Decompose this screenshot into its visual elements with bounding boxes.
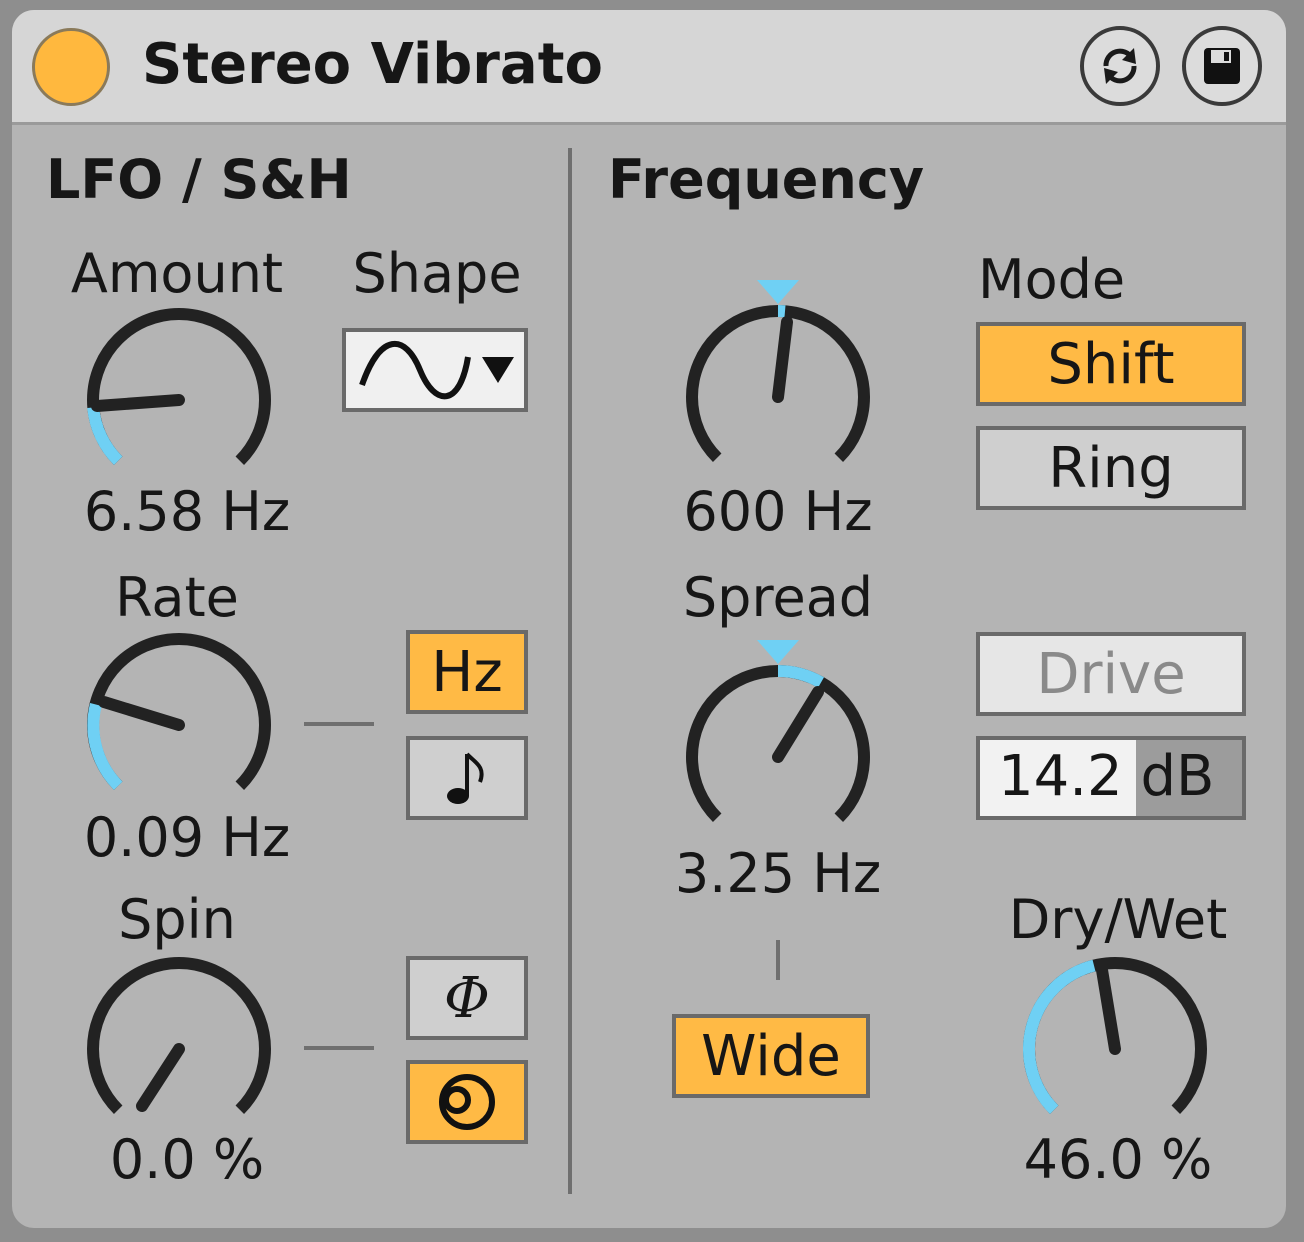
frequency-heading: Frequency: [608, 148, 925, 211]
mode-shift-button[interactable]: Shift: [976, 322, 1246, 406]
rate-label: Rate: [115, 566, 239, 629]
amount-label: Amount: [70, 242, 284, 305]
spin-mode-button[interactable]: [406, 1060, 528, 1144]
spin-value: 0.0 %: [109, 1128, 265, 1191]
rate-value: 0.09 Hz: [83, 806, 291, 869]
shape-label: Shape: [352, 242, 522, 305]
dry-wet-label: Dry/Wet: [1008, 888, 1228, 951]
drive-unit: dB: [1140, 744, 1215, 809]
refresh-icon: [1103, 48, 1137, 84]
spin-connector-line: [304, 1046, 374, 1050]
lfo-heading: LFO / S&H: [46, 148, 352, 211]
rate-knob[interactable]: [84, 630, 274, 820]
stereo-vibrato-device: Stereo Vibrato LFO / S&H Amount 6.58 Hz …: [12, 10, 1286, 1228]
mode-label: Mode: [978, 248, 1126, 311]
shape-dropdown[interactable]: [342, 328, 528, 412]
spread-knob[interactable]: [683, 634, 873, 834]
drive-amount-field[interactable]: 14.2 dB: [976, 736, 1246, 820]
sine-wave-icon: [359, 340, 514, 400]
rate-hz-button[interactable]: Hz: [406, 630, 528, 714]
save-icon: [1204, 48, 1240, 84]
spread-value: 3.25 Hz: [674, 842, 882, 905]
drive-amount-text: 14.2 dB: [998, 744, 1214, 809]
dry-wet-value: 46.0 %: [1023, 1128, 1213, 1191]
device-power-button[interactable]: [32, 28, 110, 106]
amount-value: 6.58 Hz: [83, 480, 291, 543]
spin-icon: [439, 1074, 495, 1130]
save-preset-button[interactable]: [1182, 26, 1262, 106]
spin-label: Spin: [118, 888, 236, 951]
amount-knob[interactable]: [84, 305, 274, 495]
phase-mode-button[interactable]: Φ: [406, 956, 528, 1040]
wide-connector-line: [776, 940, 780, 980]
wide-button[interactable]: Wide: [672, 1014, 870, 1098]
mode-ring-button[interactable]: Ring: [976, 426, 1246, 510]
device-titlebar: Stereo Vibrato: [12, 10, 1286, 125]
frequency-knob[interactable]: [683, 272, 873, 472]
rate-sync-button[interactable]: [406, 736, 528, 820]
frequency-value: 600 Hz: [683, 480, 873, 543]
device-title: Stereo Vibrato: [142, 32, 603, 97]
dry-wet-knob[interactable]: [1020, 954, 1210, 1144]
spin-knob[interactable]: [84, 954, 274, 1144]
music-note-icon: [447, 752, 484, 804]
drive-button[interactable]: Drive: [976, 632, 1246, 716]
hot-swap-button[interactable]: [1080, 26, 1160, 106]
section-divider: [568, 148, 572, 1194]
rate-connector-line: [304, 722, 374, 726]
spread-label: Spread: [682, 566, 874, 629]
drive-value: 14.2: [998, 744, 1123, 809]
